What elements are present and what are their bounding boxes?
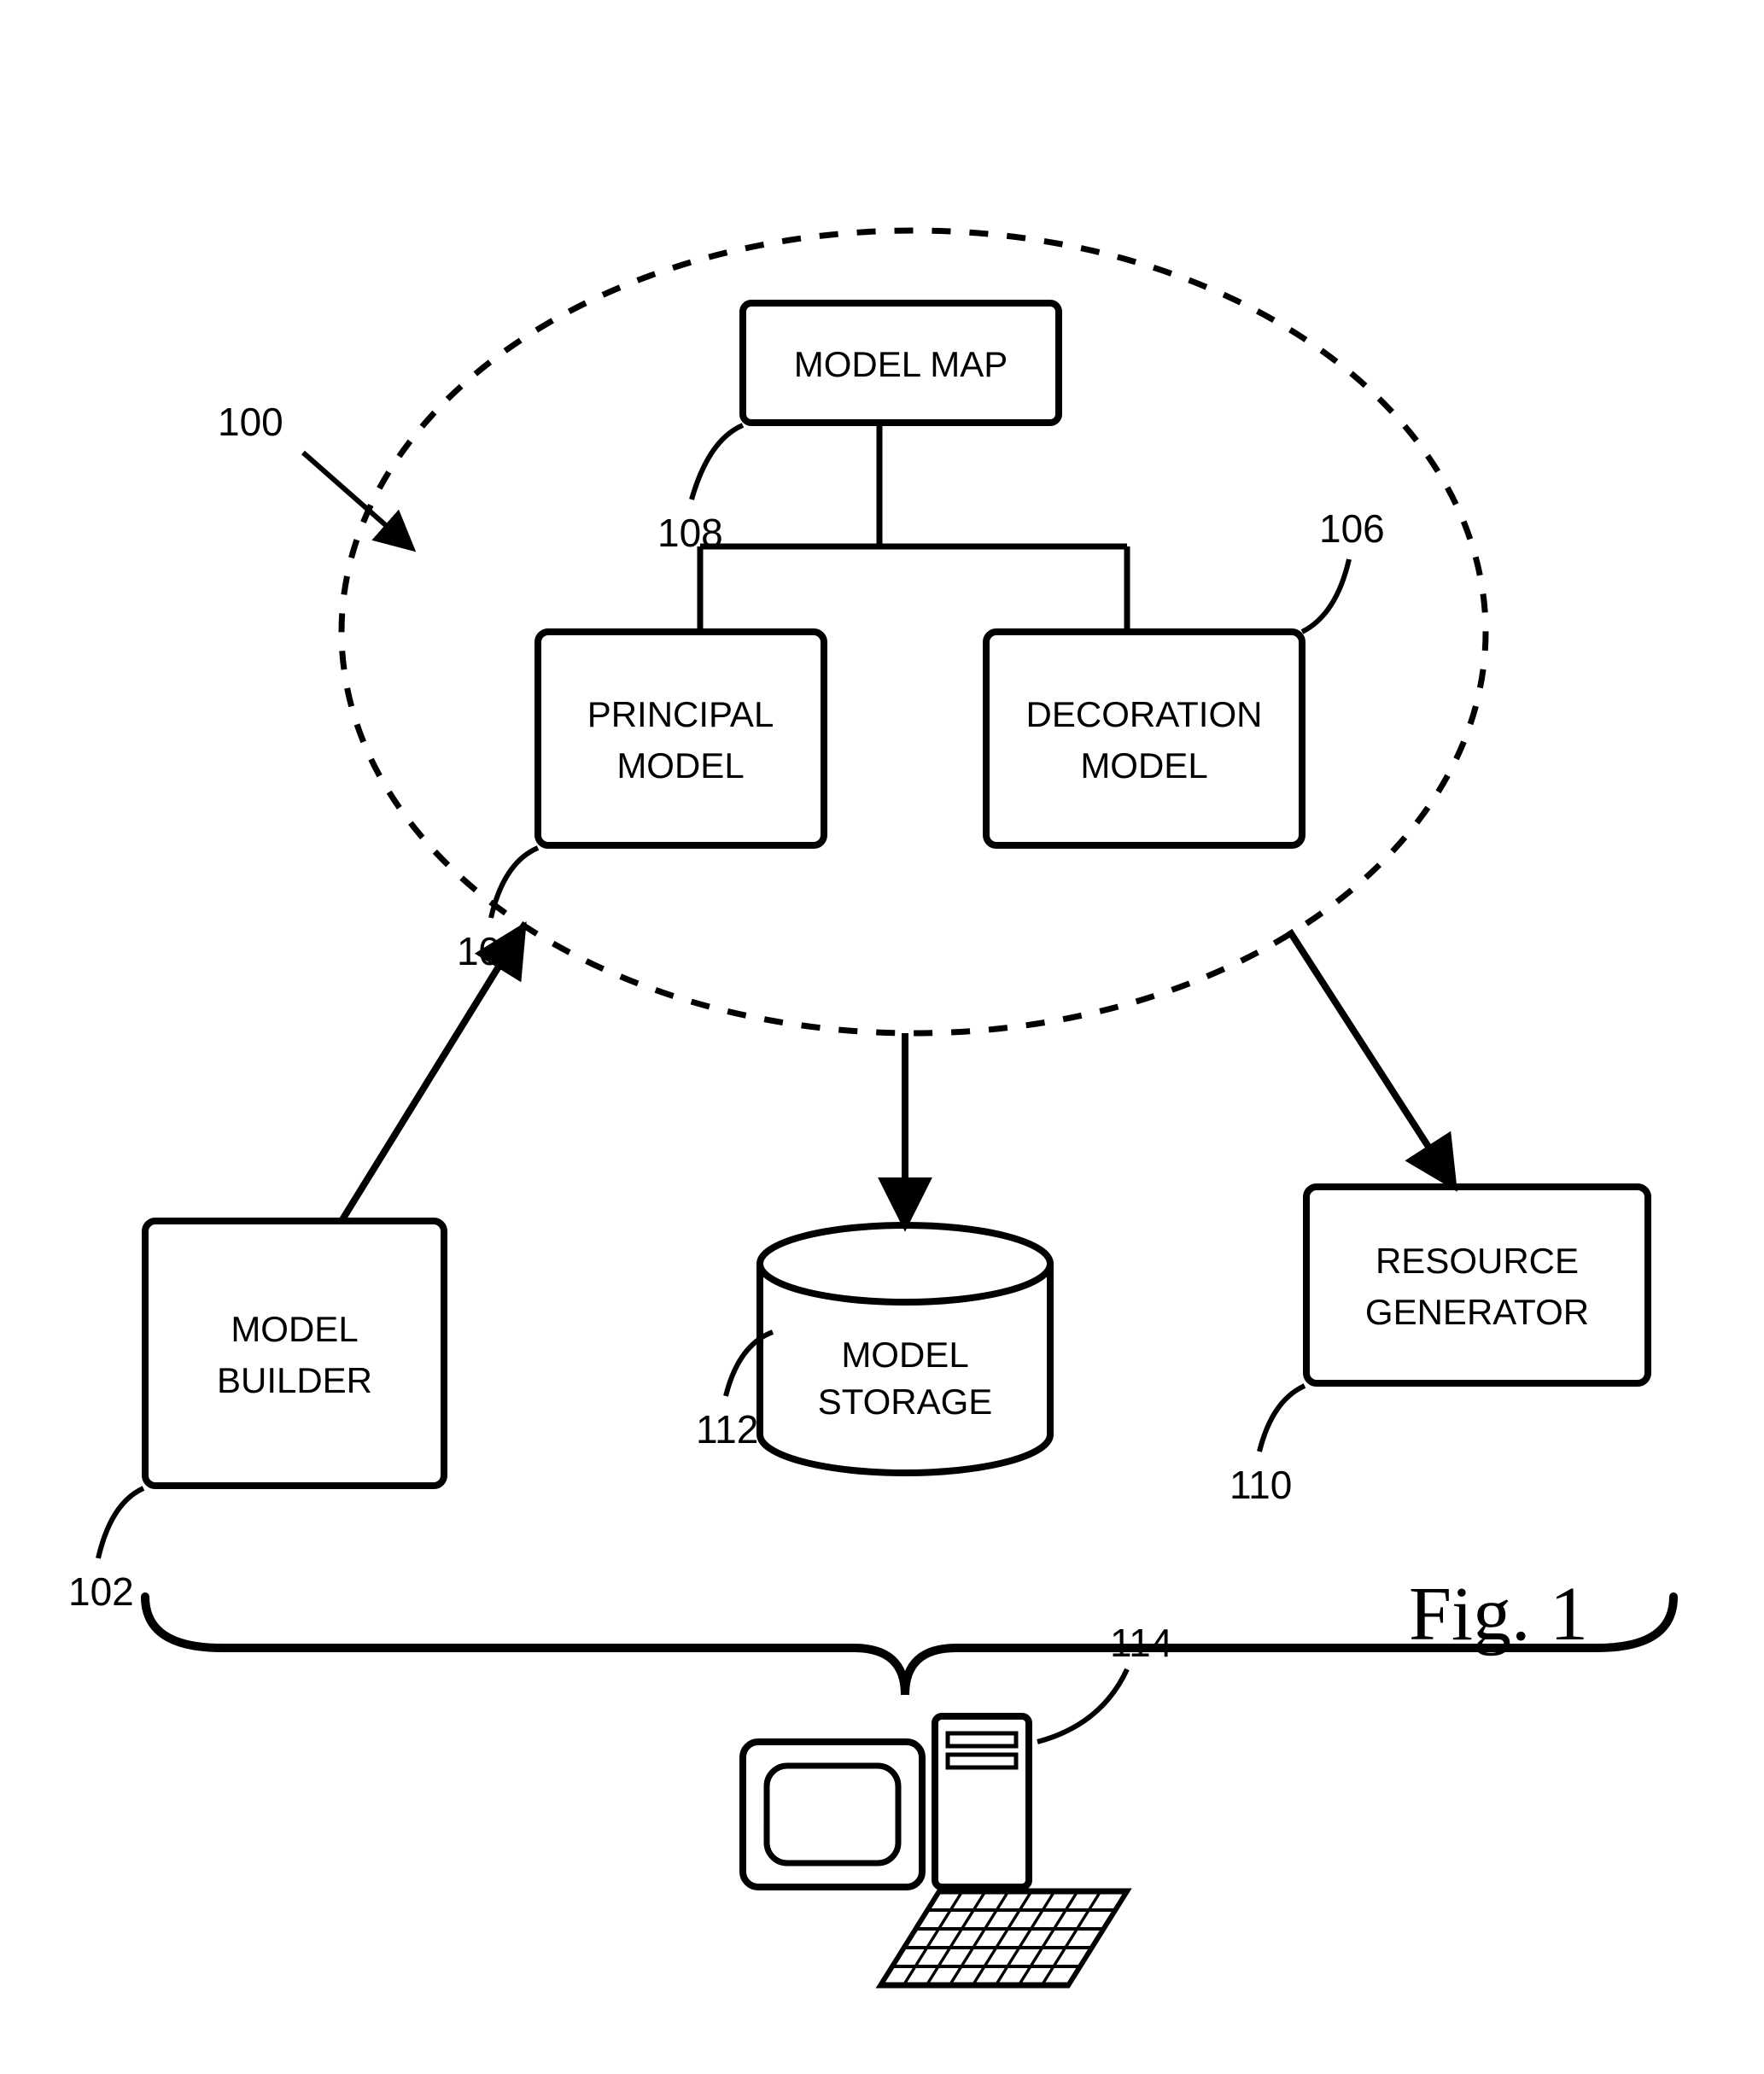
model-map-label: MODEL MAP — [794, 344, 1008, 384]
principal-label-2: MODEL — [616, 745, 744, 786]
computer-icon — [743, 1716, 1127, 1985]
model-builder-label-1: MODEL — [231, 1309, 358, 1349]
ref-110-label: 110 — [1230, 1463, 1292, 1507]
model-storage-label-2: STORAGE — [818, 1382, 993, 1422]
model-builder-box: MODEL BUILDER — [145, 1221, 444, 1486]
ref-110: 110 — [1230, 1386, 1305, 1507]
ref-106: 106 — [1302, 506, 1385, 632]
ref-102-label: 102 — [68, 1569, 134, 1614]
arrow-builder-to-ellipse — [342, 931, 521, 1221]
model-storage-cylinder: MODEL STORAGE — [760, 1225, 1050, 1473]
decoration-label-2: MODEL — [1080, 745, 1207, 786]
ref-104-label: 104 — [457, 929, 523, 973]
model-builder-label-2: BUILDER — [217, 1360, 372, 1400]
ref-102: 102 — [68, 1488, 143, 1614]
ref-114: 114 — [1037, 1621, 1172, 1742]
resource-label-1: RESOURCE — [1376, 1241, 1579, 1281]
decoration-label-1: DECORATION — [1026, 694, 1263, 734]
ref-100-label: 100 — [218, 400, 283, 444]
figure-1-diagram: 100 MODEL MAP 108 PRINCIPAL MODEL 104 DE… — [0, 0, 1764, 2074]
ref-112-label: 112 — [696, 1407, 758, 1452]
arrow-ellipse-to-resource — [1289, 931, 1452, 1183]
resource-label-2: GENERATOR — [1365, 1292, 1589, 1332]
model-storage-label-1: MODEL — [841, 1335, 968, 1375]
principal-label-1: PRINCIPAL — [587, 694, 774, 734]
model-map-box: MODEL MAP — [743, 303, 1059, 423]
ref-100: 100 — [218, 400, 410, 546]
principal-model-box: PRINCIPAL MODEL — [538, 632, 824, 845]
figure-label: Fig. 1 — [1409, 1572, 1588, 1656]
ref-106-label: 106 — [1319, 506, 1385, 551]
ref-114-label: 114 — [1110, 1621, 1172, 1665]
decoration-model-box: DECORATION MODEL — [986, 632, 1302, 845]
resource-generator-box: RESOURCE GENERATOR — [1306, 1187, 1648, 1383]
ref-108: 108 — [657, 425, 743, 555]
